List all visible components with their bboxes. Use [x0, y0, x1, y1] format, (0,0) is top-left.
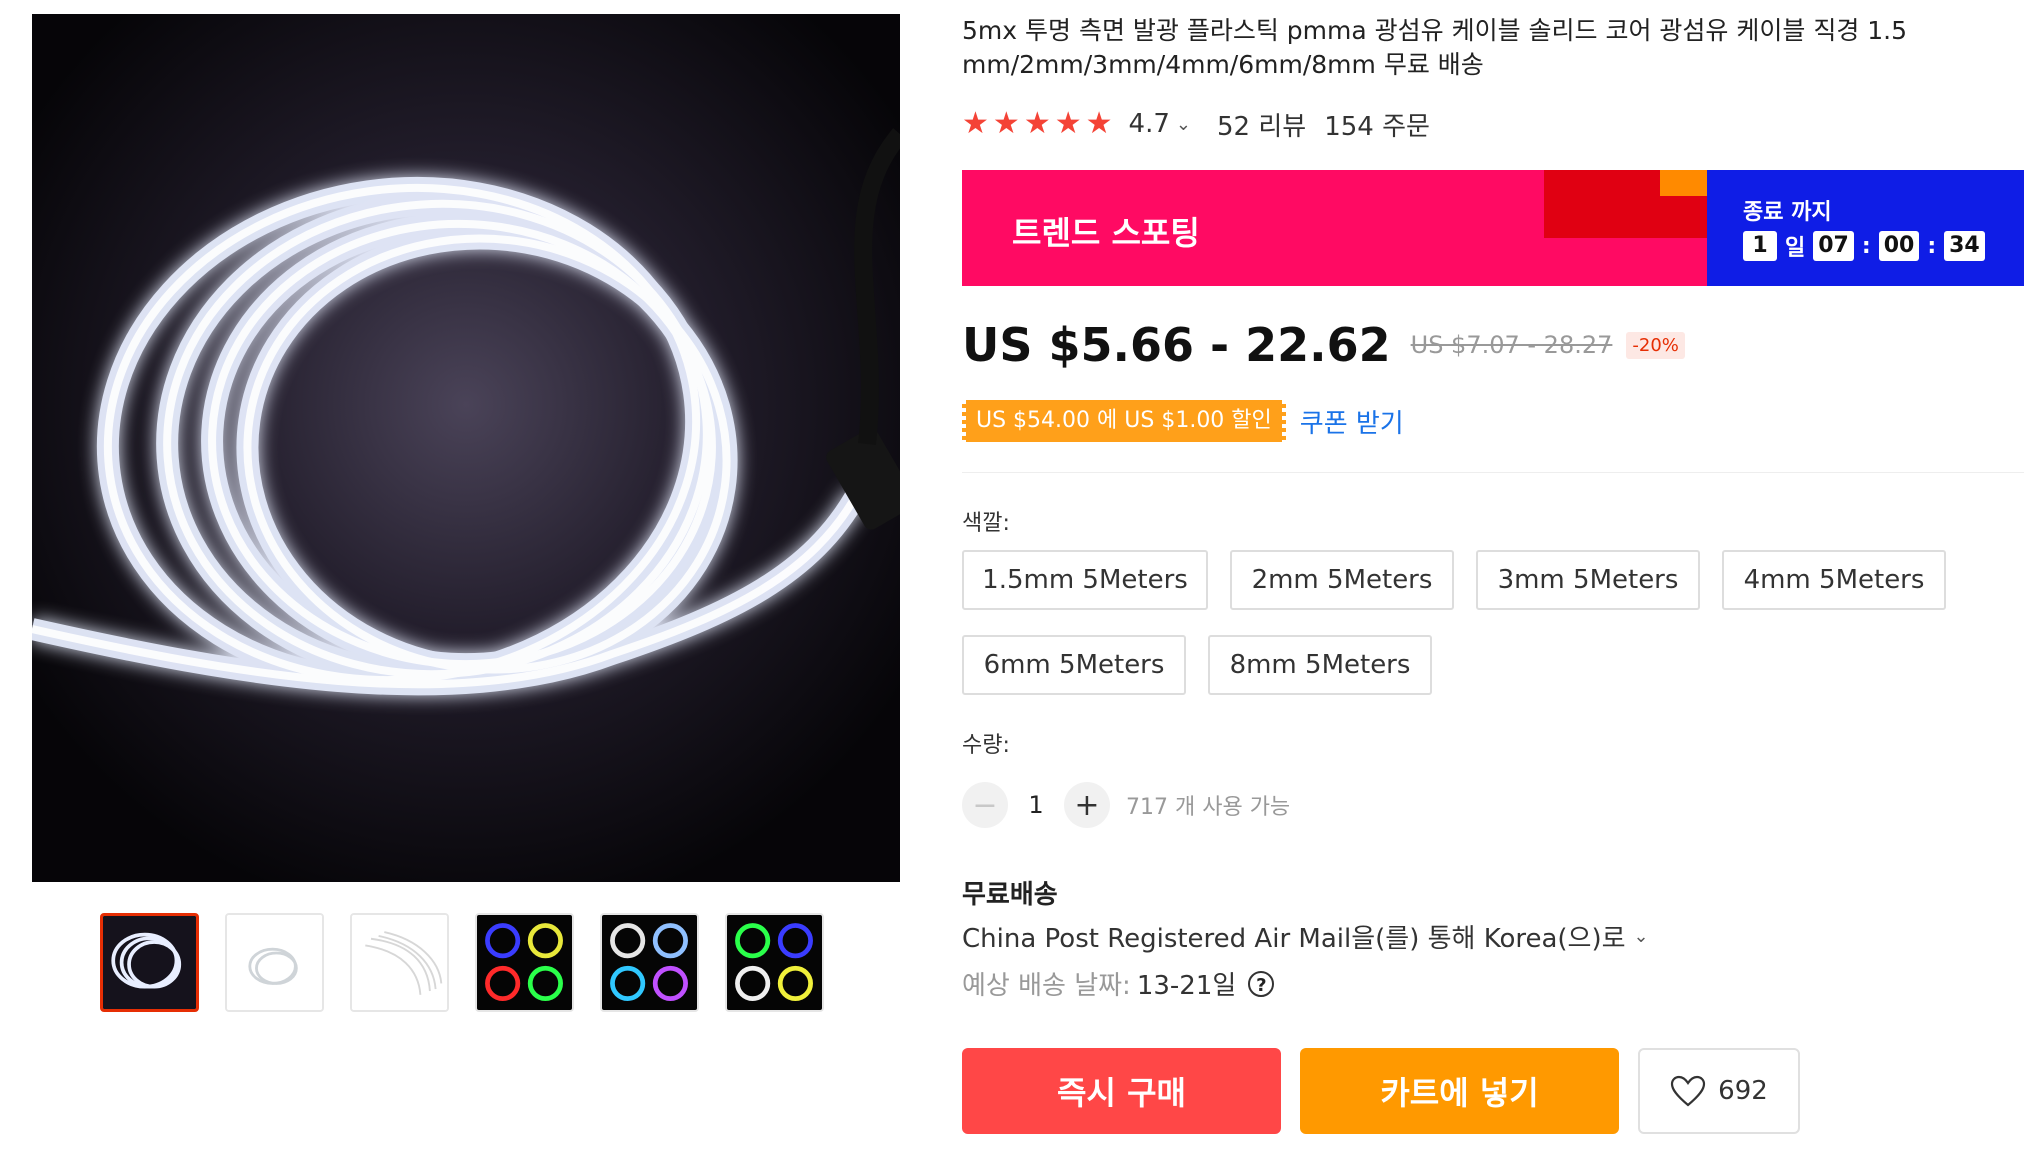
option-1-5mm-5meters[interactable]: 1.5mm 5Meters — [962, 550, 1208, 610]
promo-banner: 트렌드 스포팅 종료 까지 1 일 07 : 00 : 34 — [962, 170, 2024, 286]
coupon-tag: US $54.00 에 US $1.00 할인 — [962, 400, 1286, 442]
star-icon: ★ — [992, 106, 1020, 141]
color-label: 색깔: — [962, 511, 1010, 536]
reviews-link[interactable]: 52 리뷰 — [1217, 106, 1306, 143]
promo-label-area: 트렌드 스포팅 — [962, 170, 1707, 286]
shipping-date: 예상 배송 날짜: 13-21일 ? — [962, 965, 1275, 1002]
quantity-available: 717 개 사용 가능 — [1126, 795, 1291, 820]
rating-row: ★ ★ ★ ★ ★ 4.7 ⌄ 52 리뷰 154 주문 — [962, 104, 1430, 144]
countdown-timer: 1 일 07 : 00 : 34 — [1743, 230, 1985, 262]
thumbnail-2[interactable] — [225, 913, 324, 1012]
get-coupon-link[interactable]: 쿠폰 받기 — [1300, 403, 1404, 440]
countdown-separator: : — [1927, 233, 1937, 259]
thumbnail-6[interactable] — [725, 913, 824, 1012]
thumbnail-multicolor-1-image — [477, 915, 572, 1010]
countdown-seconds: 34 — [1944, 231, 1985, 261]
heart-icon — [1671, 1075, 1706, 1107]
promo-label: 트렌드 스포팅 — [1012, 214, 1200, 252]
promo-decoration — [1660, 170, 1707, 196]
countdown-label: 종료 까지 — [1743, 200, 1832, 225]
thumbnail-multicolor-3-image — [727, 915, 822, 1010]
minus-icon[interactable]: − — [962, 782, 1008, 828]
thumbnail-white-strands-image — [352, 915, 447, 1010]
thumbnail-3[interactable] — [350, 913, 449, 1012]
shipping-method-text: China Post Registered Air Mail을(를) 통해 Ko… — [962, 924, 1626, 954]
wishlist-button[interactable]: 692 — [1638, 1048, 1800, 1134]
thumbnail-5[interactable] — [600, 913, 699, 1012]
divider — [962, 472, 2024, 473]
promo-countdown-area: 종료 까지 1 일 07 : 00 : 34 — [1707, 170, 2024, 286]
countdown-minutes: 00 — [1878, 231, 1920, 261]
countdown-separator: : — [1861, 233, 1871, 259]
discount-badge: -20% — [1626, 331, 1685, 359]
shipping-title: 무료배송 — [962, 880, 1058, 910]
quantity-label: 수량: — [962, 733, 1010, 758]
option-2mm-5meters[interactable]: 2mm 5Meters — [1230, 550, 1454, 610]
star-icon: ★ — [1054, 106, 1082, 141]
thumbnail-4[interactable] — [475, 913, 574, 1012]
buy-now-button[interactable]: 즉시 구매 — [962, 1048, 1281, 1134]
thumbnail-white-coil-image — [103, 916, 196, 1009]
option-6mm-5meters[interactable]: 6mm 5Meters — [962, 635, 1186, 695]
quantity-stepper: − 1 + 717 개 사용 가능 — [962, 782, 1290, 828]
orders-count: 154 주문 — [1324, 111, 1430, 142]
rating-stars: ★ ★ ★ ★ ★ — [962, 109, 1113, 139]
current-price: US $5.66 - 22.62 — [962, 318, 1391, 372]
shipping-method[interactable]: China Post Registered Air Mail을(를) 통해 Ko… — [962, 918, 1649, 955]
thumbnail-multicolor-2-image — [602, 915, 697, 1010]
option-3mm-5meters[interactable]: 3mm 5Meters — [1476, 550, 1700, 610]
option-4mm-5meters[interactable]: 4mm 5Meters — [1722, 550, 1946, 610]
help-circle-icon[interactable]: ? — [1248, 970, 1275, 997]
rating-value[interactable]: 4.7 — [1129, 109, 1170, 139]
star-icon: ★ — [1023, 106, 1051, 141]
thumbnail-1[interactable] — [100, 913, 199, 1012]
main-product-image[interactable] — [32, 14, 900, 882]
product-title: 5mx 투명 측면 발광 플라스틱 pmma 광섬유 케이블 솔리드 코어 광섬… — [962, 16, 1908, 79]
countdown-day-unit: 일 — [1785, 236, 1806, 261]
shipping-date-label: 예상 배송 날짜: — [962, 971, 1131, 1001]
price-row: US $5.66 - 22.62 US $7.07 - 28.27 -20% — [962, 318, 1685, 372]
chevron-down-icon: ⌄ — [1633, 926, 1649, 947]
shipping-date-value: 13-21일 — [1136, 971, 1237, 1001]
countdown-days: 1 — [1743, 231, 1777, 261]
chevron-down-icon[interactable]: ⌄ — [1176, 114, 1191, 135]
quantity-value[interactable]: 1 — [1008, 791, 1064, 819]
star-icon: ★ — [962, 106, 989, 141]
wishlist-count: 692 — [1718, 1076, 1768, 1106]
fiber-coil-image — [32, 14, 900, 882]
countdown-hours: 07 — [1813, 231, 1854, 261]
add-to-cart-button[interactable]: 카트에 넣기 — [1300, 1048, 1619, 1134]
plus-icon[interactable]: + — [1064, 782, 1110, 828]
original-price: US $7.07 - 28.27 — [1410, 331, 1613, 359]
option-8mm-5meters[interactable]: 8mm 5Meters — [1208, 635, 1432, 695]
coupon-row: US $54.00 에 US $1.00 할인 쿠폰 받기 — [962, 400, 1404, 442]
thumbnail-white-coil-small-image — [227, 915, 322, 1010]
star-icon: ★ — [1085, 106, 1113, 141]
